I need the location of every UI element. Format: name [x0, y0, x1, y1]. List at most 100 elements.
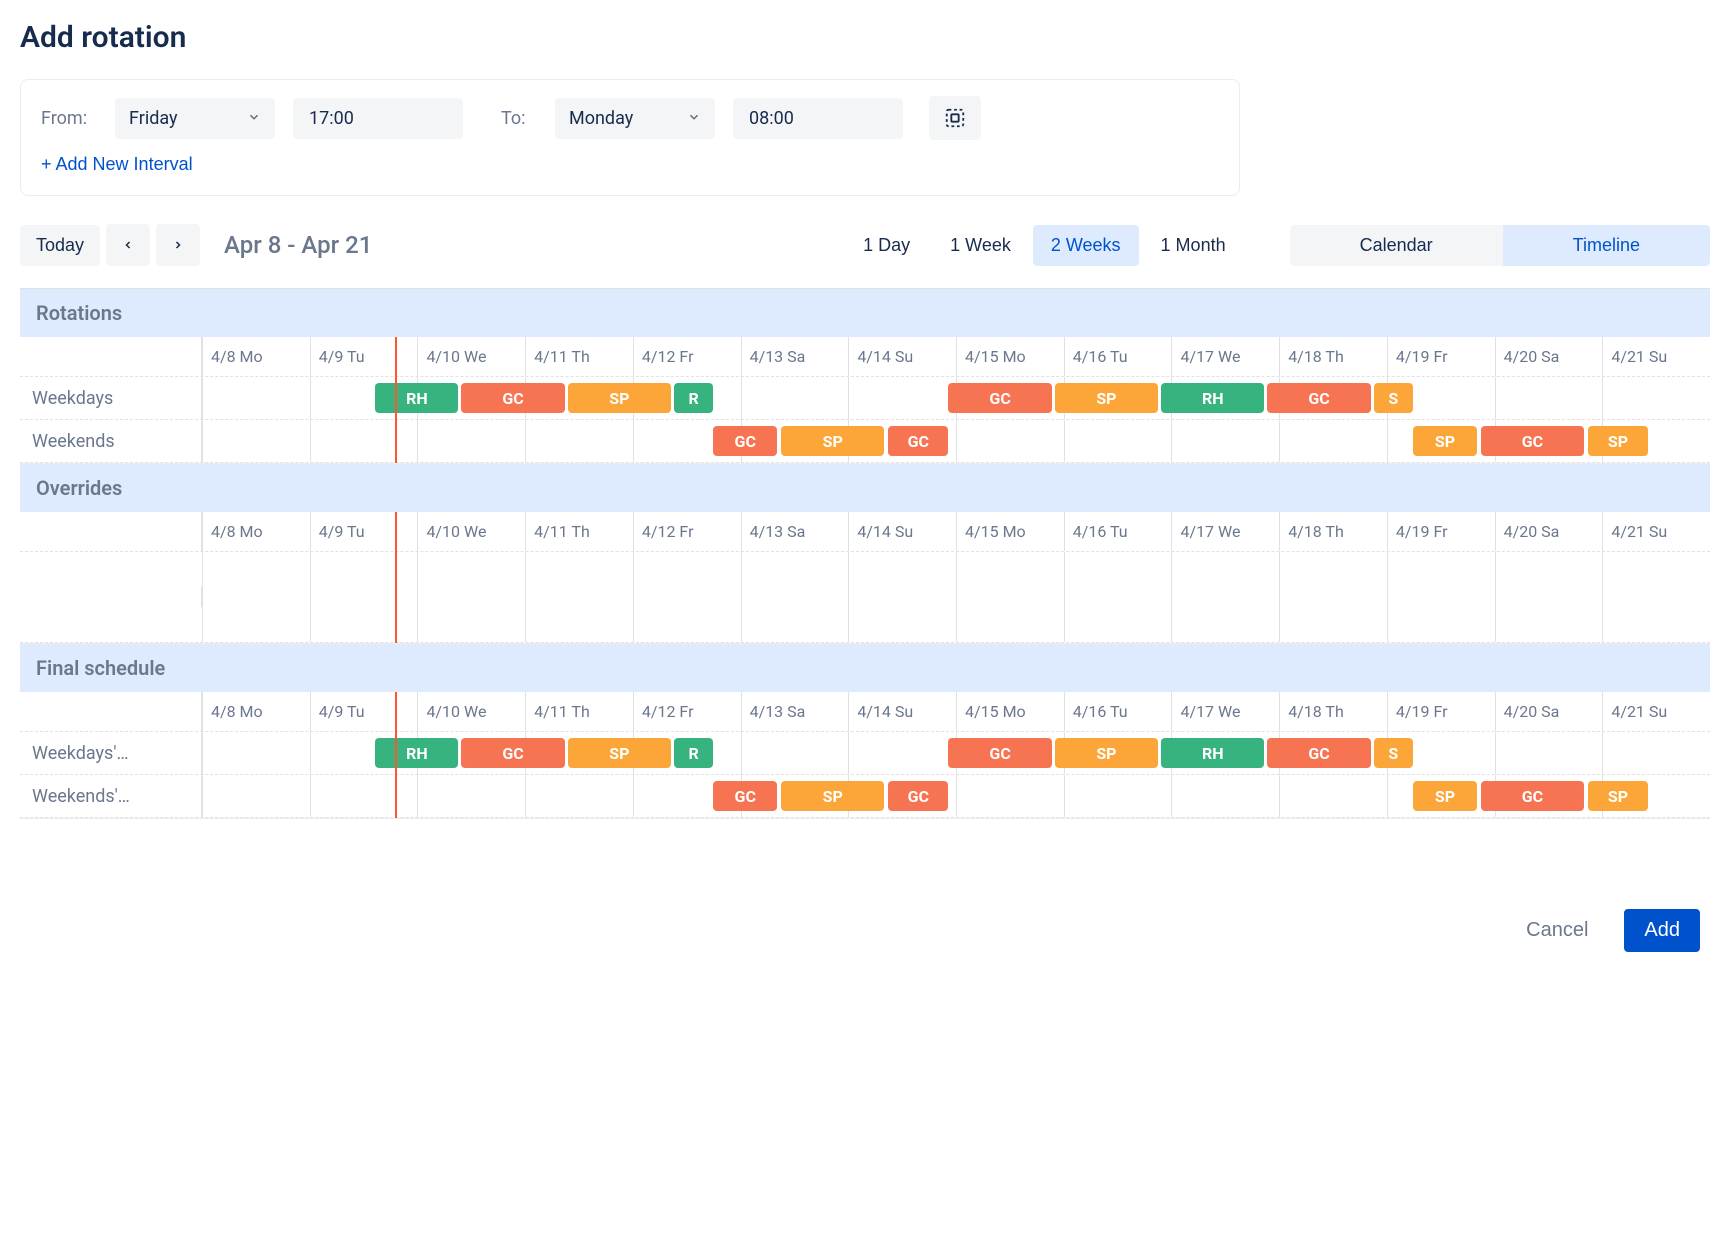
- to-day-select[interactable]: Monday: [555, 98, 715, 139]
- schedule-bar[interactable]: SP: [1055, 383, 1158, 413]
- to-time-input[interactable]: 08:00: [733, 98, 903, 139]
- to-label: To:: [501, 108, 537, 129]
- schedule-bar[interactable]: S: [1374, 738, 1413, 768]
- from-time-input[interactable]: 17:00: [293, 98, 463, 139]
- date-header-cell: 4/12 Fr: [633, 692, 741, 731]
- schedule-bar[interactable]: SP: [1588, 781, 1648, 811]
- schedule-bar[interactable]: R: [674, 383, 713, 413]
- template-icon-button[interactable]: [929, 96, 981, 140]
- date-header-cell: 4/12 Fr: [633, 337, 741, 376]
- schedule-bar[interactable]: GC: [461, 738, 564, 768]
- date-header-cell: 4/16 Tu: [1064, 692, 1172, 731]
- track: GCSPGCSPGCSP: [202, 420, 1710, 462]
- prev-button[interactable]: [106, 224, 150, 266]
- chevron-down-icon: [247, 108, 261, 129]
- track-row: Weekends'… GCSPGCSPGCSP: [20, 775, 1710, 818]
- date-header-cell: 4/8 Mo: [202, 337, 310, 376]
- track: RHGCSPRGCSPRHGCS: [202, 377, 1710, 419]
- schedule-bar[interactable]: S: [1374, 383, 1413, 413]
- interval-row: From: Friday 17:00 To: Monday 08:00: [41, 96, 1219, 140]
- track: [202, 552, 1710, 642]
- range-segmented-control: 1 Day 1 Week 2 Weeks 1 Month: [845, 225, 1243, 266]
- track-row: Weekends GCSPGCSPGCSP: [20, 420, 1710, 463]
- date-header-cell: 4/15 Mo: [956, 337, 1064, 376]
- schedule-bar[interactable]: RH: [375, 383, 458, 413]
- schedule-bar[interactable]: GC: [888, 426, 948, 456]
- date-header-cell: 4/10 We: [417, 692, 525, 731]
- schedule-bar[interactable]: GC: [1267, 383, 1370, 413]
- date-header-cell: 4/16 Tu: [1064, 337, 1172, 376]
- track: GCSPGCSPGCSP: [202, 775, 1710, 817]
- range-1week[interactable]: 1 Week: [932, 225, 1029, 266]
- date-header-cell: 4/13 Sa: [741, 692, 849, 731]
- date-header-cell: 4/10 We: [417, 337, 525, 376]
- schedule-bar[interactable]: R: [674, 738, 713, 768]
- date-header-cell: 4/15 Mo: [956, 512, 1064, 551]
- date-header-cell: 4/18 Th: [1279, 512, 1387, 551]
- date-header-cells: 4/8 Mo4/9 Tu4/10 We4/11 Th4/12 Fr4/13 Sa…: [202, 512, 1710, 551]
- schedule-bar[interactable]: SP: [781, 426, 884, 456]
- schedule-bar[interactable]: SP: [1413, 781, 1477, 811]
- date-header-cell: 4/11 Th: [525, 692, 633, 731]
- schedule-bar[interactable]: SP: [781, 781, 884, 811]
- add-button[interactable]: Add: [1624, 909, 1700, 952]
- from-label: From:: [41, 108, 97, 129]
- today-button[interactable]: Today: [20, 225, 100, 266]
- schedule-bar[interactable]: GC: [888, 781, 948, 811]
- date-header-cell: 4/21 Su: [1602, 512, 1710, 551]
- add-new-interval-link[interactable]: + Add New Interval: [41, 154, 193, 175]
- schedule-bar[interactable]: GC: [1481, 781, 1584, 811]
- cancel-button[interactable]: Cancel: [1510, 909, 1604, 952]
- schedule-bar[interactable]: GC: [461, 383, 564, 413]
- date-header-cell: 4/8 Mo: [202, 512, 310, 551]
- date-header-row: 4/8 Mo4/9 Tu4/10 We4/11 Th4/12 Fr4/13 Sa…: [20, 337, 1710, 377]
- view-timeline[interactable]: Timeline: [1503, 225, 1710, 266]
- schedule-bar[interactable]: GC: [948, 383, 1051, 413]
- range-2weeks[interactable]: 2 Weeks: [1033, 225, 1139, 266]
- label-col-spacer: [20, 692, 202, 731]
- date-header-cell: 4/12 Fr: [633, 512, 741, 551]
- range-1month[interactable]: 1 Month: [1143, 225, 1244, 266]
- date-header-cell: 4/9 Tu: [310, 692, 418, 731]
- date-header-cell: 4/13 Sa: [741, 337, 849, 376]
- label-col-spacer: [20, 337, 202, 376]
- view-calendar[interactable]: Calendar: [1290, 225, 1503, 266]
- chevron-right-icon: [172, 238, 184, 252]
- schedule-bar[interactable]: RH: [1161, 738, 1264, 768]
- date-header-cell: 4/11 Th: [525, 337, 633, 376]
- schedule-bar[interactable]: RH: [1161, 383, 1264, 413]
- range-1day[interactable]: 1 Day: [845, 225, 928, 266]
- view-segmented-control: Calendar Timeline: [1290, 225, 1710, 266]
- schedule-bar[interactable]: SP: [1055, 738, 1158, 768]
- schedule-bar[interactable]: SP: [568, 383, 671, 413]
- date-header-cell: 4/19 Fr: [1387, 512, 1495, 551]
- schedule-bar[interactable]: RH: [375, 738, 458, 768]
- from-time-value: 17:00: [309, 108, 354, 129]
- section-header: Final schedule: [20, 644, 1710, 692]
- from-day-select[interactable]: Friday: [115, 98, 275, 139]
- timeline-toolbar: Today Apr 8 - Apr 21 1 Day 1 Week 2 Week…: [20, 224, 1710, 266]
- timeline: Rotations 4/8 Mo4/9 Tu4/10 We4/11 Th4/12…: [20, 288, 1710, 819]
- schedule-bar[interactable]: SP: [1588, 426, 1648, 456]
- date-header-cell: 4/14 Su: [848, 512, 956, 551]
- date-header-row: 4/8 Mo4/9 Tu4/10 We4/11 Th4/12 Fr4/13 Sa…: [20, 692, 1710, 732]
- date-header-row: 4/8 Mo4/9 Tu4/10 We4/11 Th4/12 Fr4/13 Sa…: [20, 512, 1710, 552]
- track-label: Weekends: [20, 421, 202, 462]
- intervals-card: From: Friday 17:00 To: Monday 08:00: [20, 79, 1240, 196]
- date-header-cell: 4/14 Su: [848, 692, 956, 731]
- section-header: Rotations: [20, 289, 1710, 337]
- schedule-bar[interactable]: SP: [568, 738, 671, 768]
- date-header-cell: 4/18 Th: [1279, 692, 1387, 731]
- track-label: Weekdays: [20, 378, 202, 419]
- schedule-bar[interactable]: GC: [713, 426, 777, 456]
- schedule-bar[interactable]: GC: [713, 781, 777, 811]
- date-header-cell: 4/8 Mo: [202, 692, 310, 731]
- dialog-footer: Cancel Add: [20, 909, 1710, 952]
- schedule-bar[interactable]: GC: [1267, 738, 1370, 768]
- date-range-label: Apr 8 - Apr 21: [224, 231, 372, 259]
- label-col-spacer: [20, 512, 202, 551]
- next-button[interactable]: [156, 224, 200, 266]
- schedule-bar[interactable]: SP: [1413, 426, 1477, 456]
- schedule-bar[interactable]: GC: [1481, 426, 1584, 456]
- schedule-bar[interactable]: GC: [948, 738, 1051, 768]
